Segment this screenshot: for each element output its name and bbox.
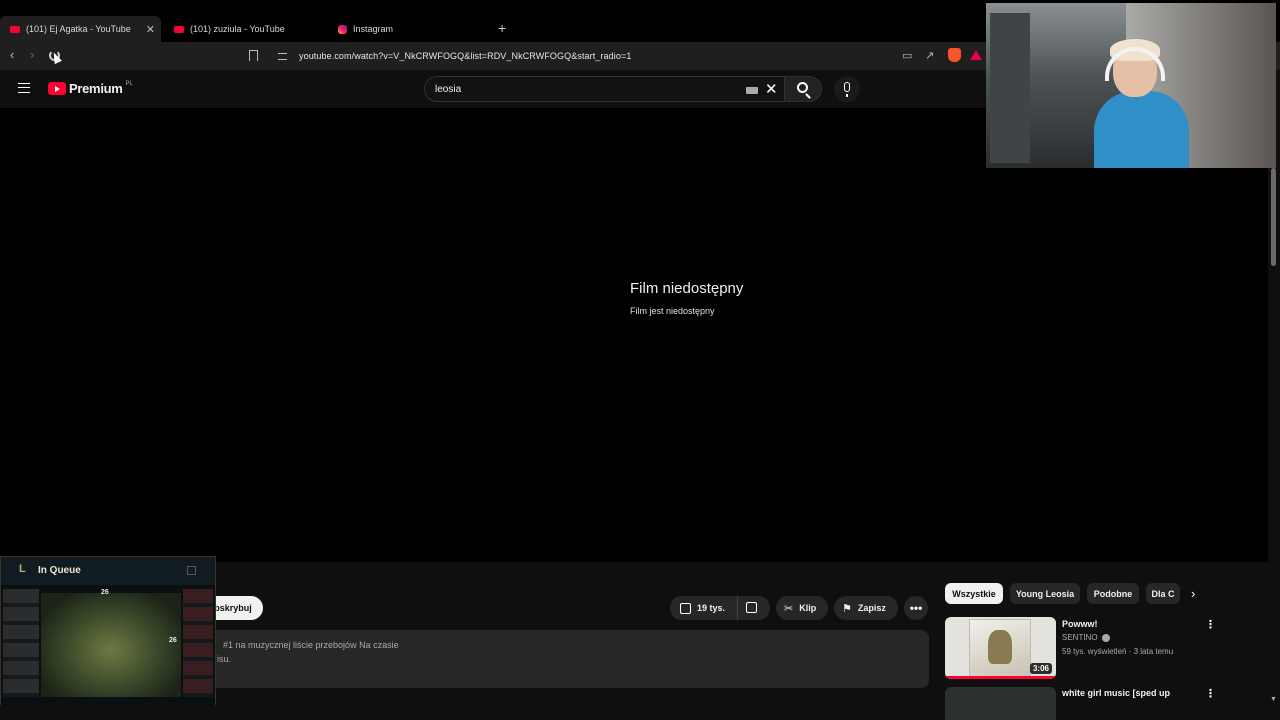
popout-icon[interactable] — [187, 566, 196, 575]
url-text: youtube.com/watch?v=V_NkCRWFOGQ&list=RDV… — [299, 51, 632, 61]
game-map — [41, 593, 181, 697]
tab-title: (101) Ej Agatka - YouTube — [26, 24, 131, 34]
save-label: Zapisz — [857, 603, 886, 613]
video-duration: 3:06 — [1029, 663, 1052, 674]
description-box[interactable]: #1 na muzycznej liście przebojów Na czas… — [203, 630, 929, 688]
webcam-shelf — [990, 13, 1030, 163]
chevron-right-icon[interactable]: › — [1191, 586, 1195, 601]
new-tab-icon[interactable]: + — [498, 20, 506, 36]
error-title: Film niedostępny — [630, 280, 744, 297]
forward-icon[interactable]: › — [30, 47, 34, 62]
verified-icon — [1101, 633, 1110, 642]
tab-title: Instagram — [353, 24, 394, 34]
youtube-premium-logo[interactable]: Premium PL — [48, 81, 133, 96]
league-header: L In Queue — [1, 557, 215, 585]
error-subtitle: Film jest niedostępny — [630, 306, 715, 316]
youtube-icon — [174, 25, 184, 33]
logo-text: Premium — [69, 81, 123, 96]
game-stream-view: 26 26 — [1, 585, 215, 705]
brave-rewards-icon[interactable] — [970, 50, 982, 60]
clip-label: Klip — [799, 603, 817, 613]
save-button[interactable]: ⚑ Zapisz — [834, 596, 898, 620]
score-readout: 26 — [101, 589, 109, 596]
team-panel-right — [183, 589, 213, 697]
scroll-down-icon[interactable]: ▼ — [1270, 696, 1277, 703]
clip-button[interactable]: ✂ Klip — [776, 596, 828, 620]
voice-search-button[interactable] — [834, 76, 860, 102]
score-readout: 26 — [169, 637, 177, 644]
streamer-body — [1094, 91, 1189, 168]
clear-search-icon[interactable]: ✕ — [765, 80, 778, 98]
search-input[interactable]: leosia ✕ — [424, 76, 786, 102]
address-bar[interactable]: youtube.com/watch?v=V_NkCRWFOGQ&list=RDV… — [272, 46, 892, 66]
cast-icon[interactable]: ▭ — [902, 49, 912, 62]
country-code: PL — [125, 81, 133, 87]
bookmark-icon[interactable] — [249, 50, 258, 61]
recommendation-channel[interactable]: SENTINO — [1062, 633, 1110, 642]
scissors-icon: ✂ — [784, 602, 794, 615]
tab-title: (101) zuziula - YouTube — [190, 24, 285, 34]
dislike-button[interactable] — [738, 601, 763, 615]
tab-ej-agatka[interactable]: (101) Ej Agatka - YouTube ✕ — [0, 16, 161, 42]
tab-instagram[interactable]: Instagram — [328, 16, 488, 42]
brave-shield-icon[interactable] — [948, 48, 961, 62]
channel-name: SENTINO — [1062, 633, 1098, 642]
recommendation-meta: 59 tys. wyświetleń · 3 lata temu — [1062, 647, 1174, 656]
site-settings-icon[interactable] — [278, 52, 287, 60]
description-line: #1 na muzycznej liście przebojów Na czas… — [223, 640, 399, 650]
thumbs-down-icon — [746, 601, 757, 613]
youtube-play-icon — [48, 82, 66, 95]
close-icon[interactable]: ✕ — [146, 23, 155, 36]
scrollbar-thumb[interactable] — [1271, 168, 1276, 266]
like-dislike-group: 19 tys. — [670, 596, 770, 620]
keyboard-icon[interactable] — [746, 87, 758, 94]
more-vert-icon[interactable]: ⋮ — [1205, 618, 1216, 631]
webcam-overlay — [986, 3, 1276, 168]
thumbs-up-icon — [680, 602, 691, 614]
more-actions-button[interactable]: ••• — [904, 596, 928, 620]
description-line: isu. — [217, 654, 232, 664]
back-icon[interactable]: ‹ — [10, 47, 14, 62]
recommendation-title[interactable]: Powww! — [1062, 619, 1098, 629]
chip-dla-ciebie[interactable]: Dla C — [1146, 583, 1180, 604]
team-panel-left — [3, 589, 39, 697]
chip-young-leosia[interactable]: Young Leosia — [1010, 583, 1080, 604]
league-client-overlay: L In Queue 26 26 — [0, 556, 216, 705]
tab-zuziula[interactable]: (101) zuziula - YouTube — [164, 16, 324, 42]
microphone-icon — [844, 82, 850, 97]
chip-podobne[interactable]: Podobne — [1087, 583, 1139, 604]
search-button[interactable] — [784, 76, 822, 102]
search-query: leosia — [435, 84, 462, 95]
menu-icon[interactable] — [18, 83, 30, 93]
album-art — [969, 619, 1031, 677]
chip-wszystkie[interactable]: Wszystkie — [945, 583, 1003, 604]
recommendation-thumbnail[interactable] — [945, 687, 1056, 720]
video-player[interactable]: Film niedostępny Film jest niedostępny — [0, 108, 1268, 562]
save-playlist-icon: ⚑ — [842, 602, 852, 615]
recommendation-thumbnail[interactable]: 3:06 — [945, 617, 1056, 679]
youtube-icon — [10, 25, 20, 33]
recommendation-title[interactable]: white girl music [sped up — [1062, 688, 1170, 698]
like-count: 19 tys. — [697, 603, 726, 613]
share-icon[interactable]: ↗ — [925, 49, 934, 62]
watch-progress-bar — [945, 676, 1056, 679]
page-scrollbar[interactable]: ▼ — [1268, 108, 1280, 720]
search-icon — [797, 82, 808, 93]
like-button[interactable]: 19 tys. — [670, 596, 738, 620]
instagram-icon — [338, 24, 347, 34]
queue-status: In Queue — [38, 565, 81, 576]
league-logo-icon: L — [19, 563, 26, 575]
more-vert-icon[interactable]: ⋮ — [1205, 687, 1216, 700]
